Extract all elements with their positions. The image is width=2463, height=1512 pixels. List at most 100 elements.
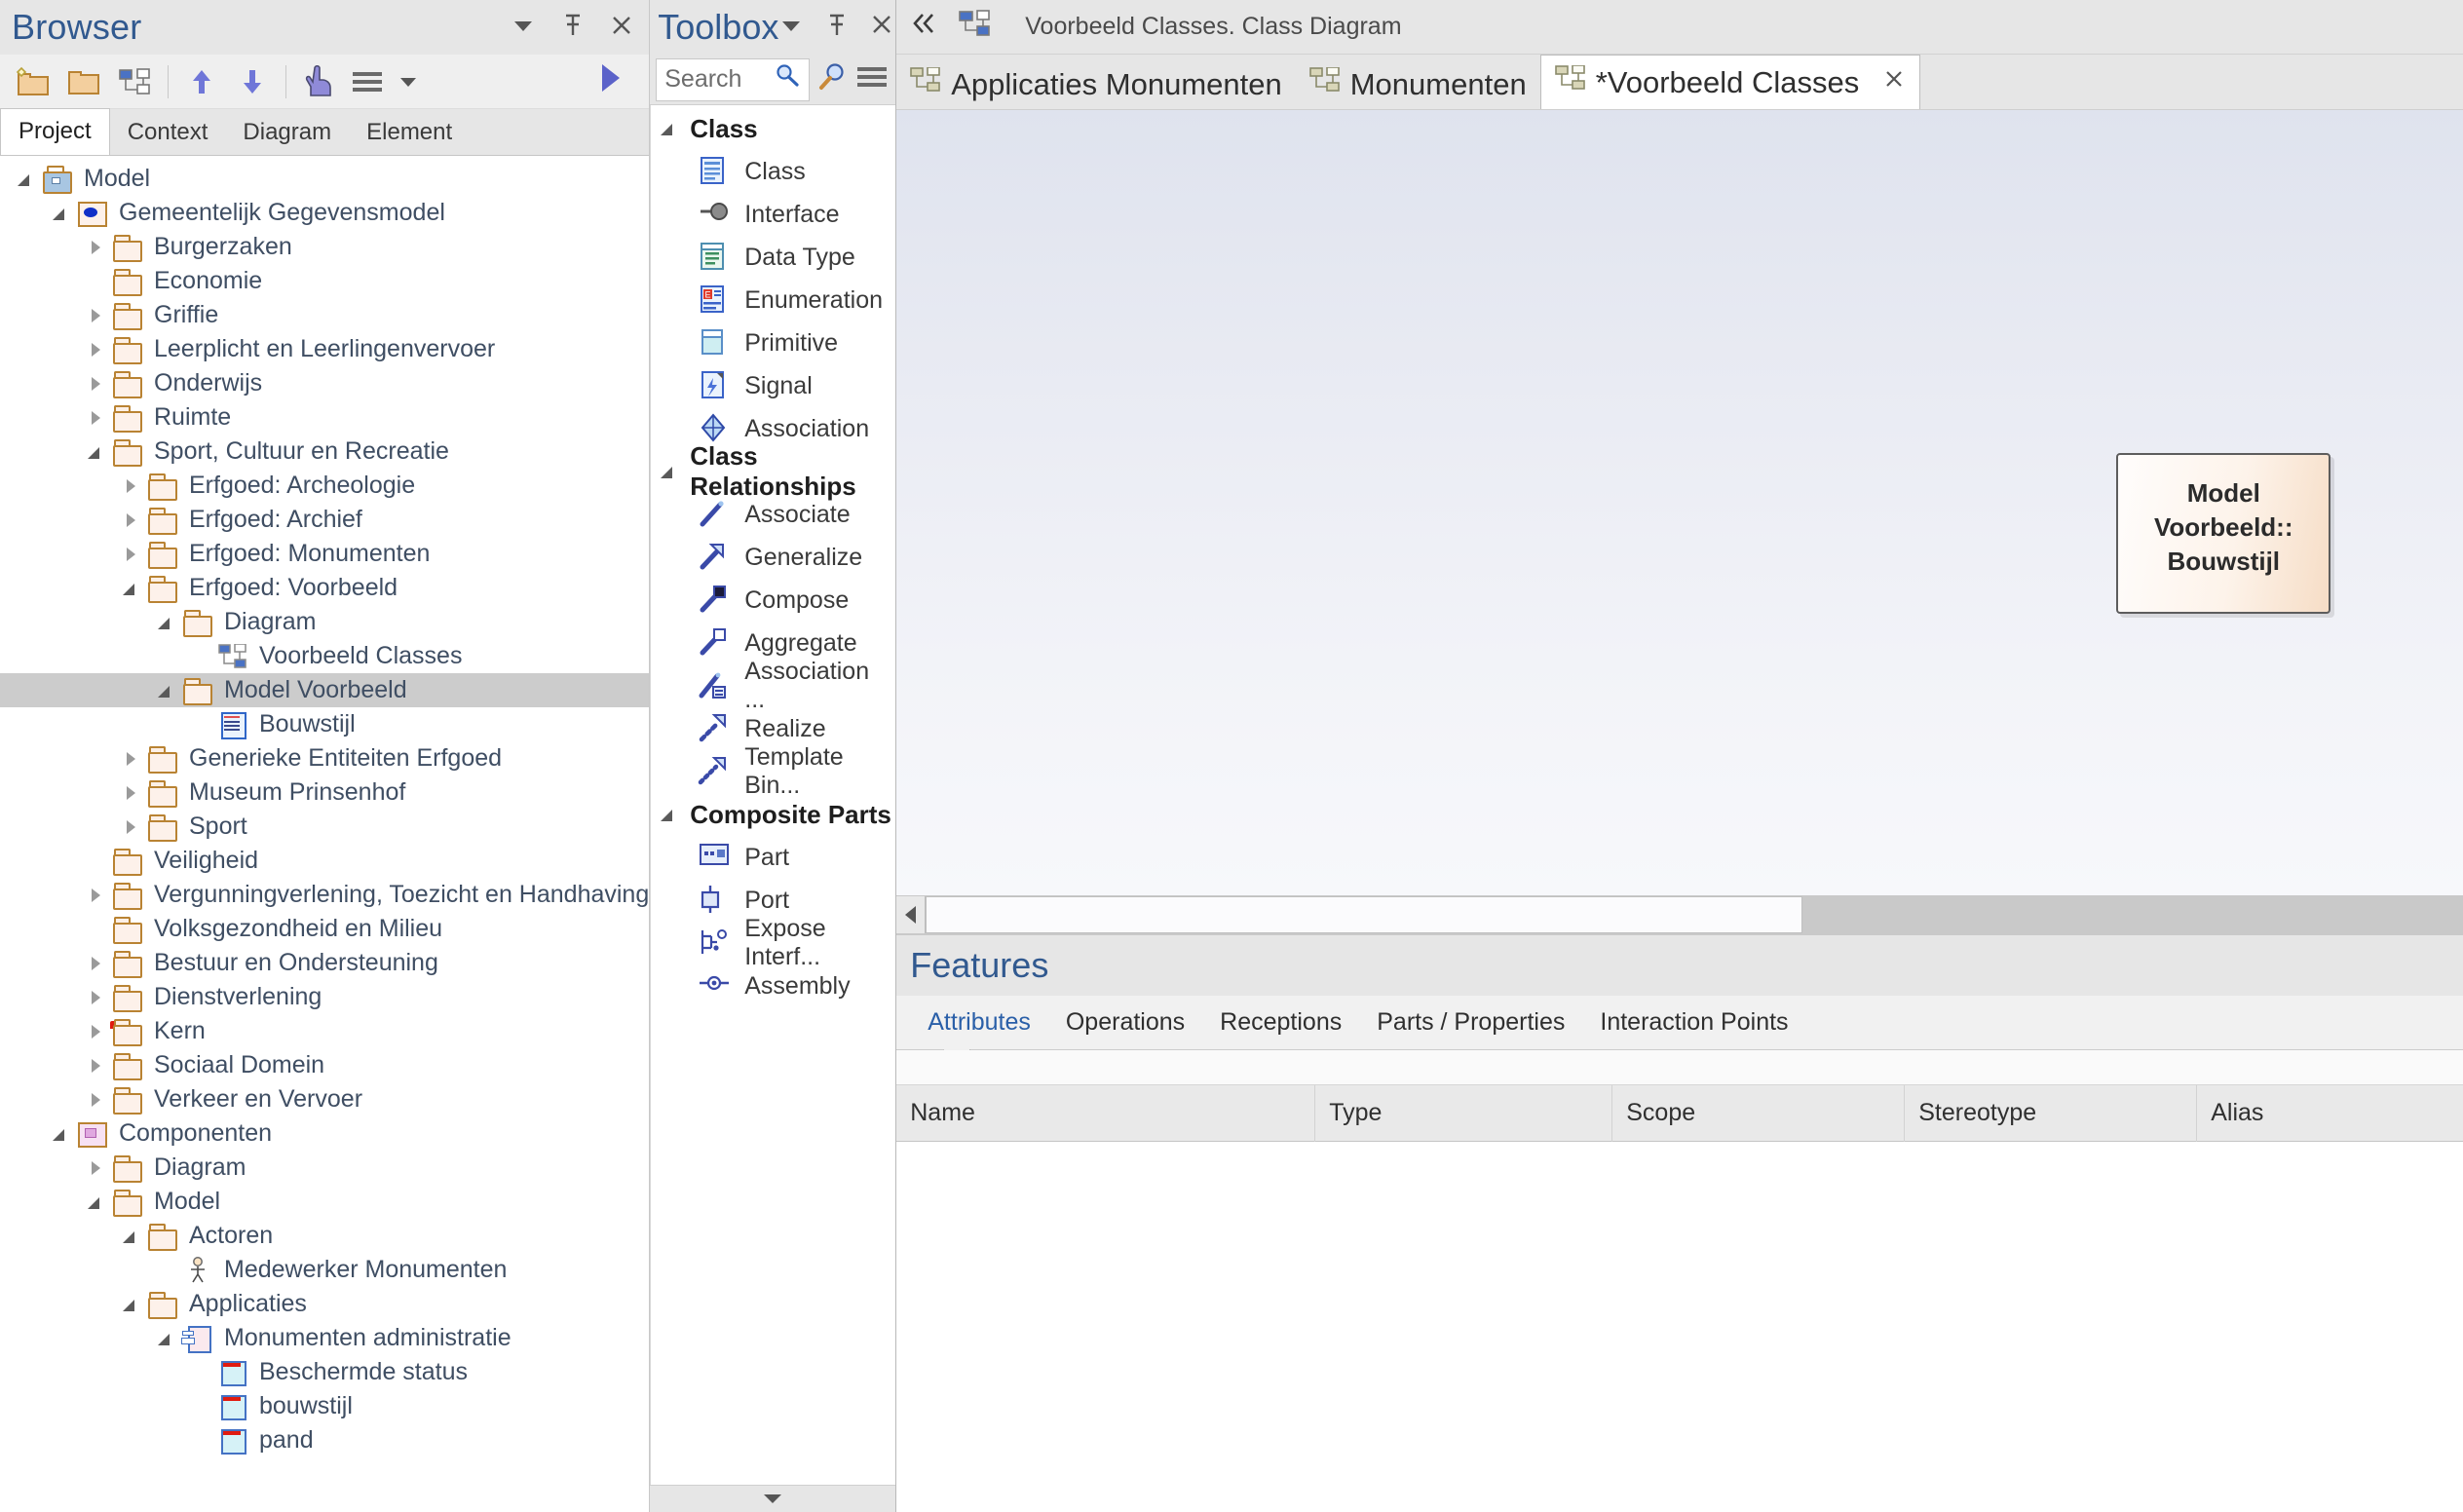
toolbox-item-primitive[interactable]: Primitive xyxy=(651,321,895,364)
tree-item-pand[interactable]: pand xyxy=(0,1423,649,1457)
toolbox-item-interface[interactable]: Interface xyxy=(651,193,895,236)
tree-item-bestuur-en-ondersteuning[interactable]: Bestuur en Ondersteuning xyxy=(0,946,649,980)
features-column-type[interactable]: Type xyxy=(1315,1084,1613,1142)
expand-arrow-icon[interactable] xyxy=(86,953,107,974)
tree-item-diagram[interactable]: Diagram xyxy=(0,1151,649,1185)
tree-item-veiligheid[interactable]: Veiligheid xyxy=(0,844,649,878)
tree-item-model[interactable]: Model xyxy=(0,1185,649,1219)
tree-item-vergunningverlening-toezicht-en-handhaving[interactable]: Vergunningverlening, Toezicht en Handhav… xyxy=(0,878,649,912)
expand-arrow-icon[interactable] xyxy=(86,1089,107,1111)
tree-item-verkeer-en-vervoer[interactable]: Verkeer en Vervoer xyxy=(0,1082,649,1116)
expand-arrow-icon[interactable] xyxy=(86,987,107,1008)
toolbox-list[interactable]: Class Class Interface Data Type E Enumeration… xyxy=(650,105,896,1485)
features-column-stereotype[interactable]: Stereotype xyxy=(1905,1084,2198,1142)
collapse-arrow-icon[interactable] xyxy=(51,203,72,224)
expand-arrow-icon[interactable] xyxy=(86,1157,107,1179)
features-column-scope[interactable]: Scope xyxy=(1612,1084,1906,1142)
find-icon[interactable] xyxy=(815,61,849,97)
tree-item-burgerzaken[interactable]: Burgerzaken xyxy=(0,230,649,264)
tab-close-icon[interactable] xyxy=(1882,67,1906,97)
tree-item-leerplicht-en-leerlingenvervoer[interactable]: Leerplicht en Leerlingenvervoer xyxy=(0,332,649,366)
collapse-arrow-icon[interactable] xyxy=(51,1123,72,1145)
tree-item-erfgoed-archief[interactable]: Erfgoed: Archief xyxy=(0,503,649,537)
toolbox-item-compose[interactable]: Compose xyxy=(651,579,895,622)
chevron-down-icon[interactable] xyxy=(778,13,804,43)
toolbox-scroll-down[interactable] xyxy=(650,1485,896,1512)
new-package-icon[interactable] xyxy=(8,59,58,104)
expand-arrow-icon[interactable] xyxy=(121,748,142,770)
browser-tab-element[interactable]: Element xyxy=(349,112,470,155)
tree-item-museum-prinsenhof[interactable]: Museum Prinsenhof xyxy=(0,775,649,810)
tree-item-onderwijs[interactable]: Onderwijs xyxy=(0,366,649,400)
collapse-arrow-icon[interactable] xyxy=(659,804,680,825)
diagram-icon[interactable] xyxy=(109,59,160,104)
toolbox-item-association[interactable]: Association ... xyxy=(651,658,895,713)
browser-tab-project[interactable]: Project xyxy=(0,108,110,155)
tree-item-monumenten-administratie[interactable]: Monumenten administratie xyxy=(0,1321,649,1355)
toolbox-item-data-type[interactable]: Data Type xyxy=(651,236,895,279)
collapse-arrow-icon[interactable] xyxy=(659,118,680,139)
collapse-arrow-icon[interactable] xyxy=(121,578,142,599)
tree-item-griffie[interactable]: Griffie xyxy=(0,298,649,332)
tree-item-volksgezondheid-en-milieu[interactable]: Volksgezondheid en Milieu xyxy=(0,912,649,946)
close-icon[interactable] xyxy=(610,14,633,42)
features-table-body[interactable] xyxy=(896,1142,2463,1512)
tree-item-generieke-entiteiten-erfgoed[interactable]: Generieke Entiteiten Erfgoed xyxy=(0,741,649,775)
search-input[interactable]: Search xyxy=(656,57,811,101)
toolbox-menu-icon[interactable] xyxy=(854,63,890,95)
tree-item-medewerker-monumenten[interactable]: Medewerker Monumenten xyxy=(0,1253,649,1287)
features-tab-interaction-points[interactable]: Interaction Points xyxy=(1582,996,1805,1050)
collapse-arrow-icon[interactable] xyxy=(156,612,177,633)
pin-icon[interactable] xyxy=(825,13,849,43)
expand-arrow-icon[interactable] xyxy=(121,782,142,804)
collapse-arrow-icon[interactable] xyxy=(86,1191,107,1213)
tree-item-ruimte[interactable]: Ruimte xyxy=(0,400,649,435)
run-icon[interactable] xyxy=(598,62,624,101)
expand-arrow-icon[interactable] xyxy=(86,305,107,326)
tree-item-erfgoed-archeologie[interactable]: Erfgoed: Archeologie xyxy=(0,469,649,503)
tree-item-gemeentelijk-gegevensmodel[interactable]: Gemeentelijk Gegevensmodel xyxy=(0,196,649,230)
toolbox-group-composite-parts[interactable]: Composite Parts xyxy=(651,793,895,836)
move-up-icon[interactable] xyxy=(176,59,227,104)
close-icon[interactable] xyxy=(870,13,893,43)
features-column-alias[interactable]: Alias xyxy=(2197,1085,2463,1142)
menu-icon[interactable] xyxy=(345,59,396,104)
toolbox-item-class[interactable]: Class xyxy=(651,150,895,193)
expand-arrow-icon[interactable] xyxy=(86,1055,107,1077)
tree-item-model-voorbeeld[interactable]: Model Voorbeeld xyxy=(0,673,650,707)
dropdown-arrow-icon[interactable] xyxy=(396,59,421,104)
tree-item-applicaties[interactable]: Applicaties xyxy=(0,1287,649,1321)
chevron-down-icon[interactable] xyxy=(511,13,536,43)
toolbox-group-class[interactable]: Class xyxy=(651,107,895,150)
expand-arrow-icon[interactable] xyxy=(86,373,107,395)
collapse-arrow-icon[interactable] xyxy=(86,441,107,463)
tree-item-economie[interactable]: Economie xyxy=(0,264,649,298)
scrollbar-thumb[interactable] xyxy=(926,896,1803,933)
tree-item-sport[interactable]: Sport xyxy=(0,810,649,844)
tree-item-dienstverlening[interactable]: Dienstverlening xyxy=(0,980,649,1014)
tree-item-beschermde-status[interactable]: Beschermde status xyxy=(0,1355,649,1389)
browser-tab-context[interactable]: Context xyxy=(110,112,226,155)
toolbox-item-expose-interf[interactable]: Expose Interf... xyxy=(651,915,895,970)
tree-item-bouwstijl[interactable]: Bouwstijl xyxy=(0,707,649,741)
pin-icon[interactable] xyxy=(561,13,585,43)
features-tab-parts-properties[interactable]: Parts / Properties xyxy=(1359,996,1582,1050)
tree-item-model[interactable]: Model xyxy=(0,162,649,196)
collapse-arrow-icon[interactable] xyxy=(121,1226,142,1247)
toolbox-item-enumeration[interactable]: E Enumeration xyxy=(651,279,895,321)
toolbox-item-signal[interactable]: Signal xyxy=(651,364,895,407)
expand-arrow-icon[interactable] xyxy=(86,237,107,258)
collapse-arrow-icon[interactable] xyxy=(659,461,680,482)
tree-item-voorbeeld-classes[interactable]: Voorbeeld Classes xyxy=(0,639,649,673)
tree-item-bouwstijl[interactable]: bouwstijl xyxy=(0,1389,649,1423)
class-element-bouwstijl[interactable]: Model Voorbeeld:: Bouwstijl xyxy=(2116,453,2331,614)
diagram-tab-monumenten[interactable]: Monumenten xyxy=(1296,60,1540,109)
toolbox-item-template-bin[interactable]: Template Bin... xyxy=(651,743,895,799)
scroll-left-button[interactable] xyxy=(896,896,927,933)
features-tab-attributes[interactable]: Attributes xyxy=(910,996,1048,1050)
toolbox-item-part[interactable]: Part xyxy=(651,836,895,879)
collapse-arrow-icon[interactable] xyxy=(156,680,177,701)
collapse-arrow-icon[interactable] xyxy=(156,1328,177,1349)
canvas-horizontal-scrollbar[interactable] xyxy=(896,895,2463,934)
expand-arrow-icon[interactable] xyxy=(121,816,142,838)
